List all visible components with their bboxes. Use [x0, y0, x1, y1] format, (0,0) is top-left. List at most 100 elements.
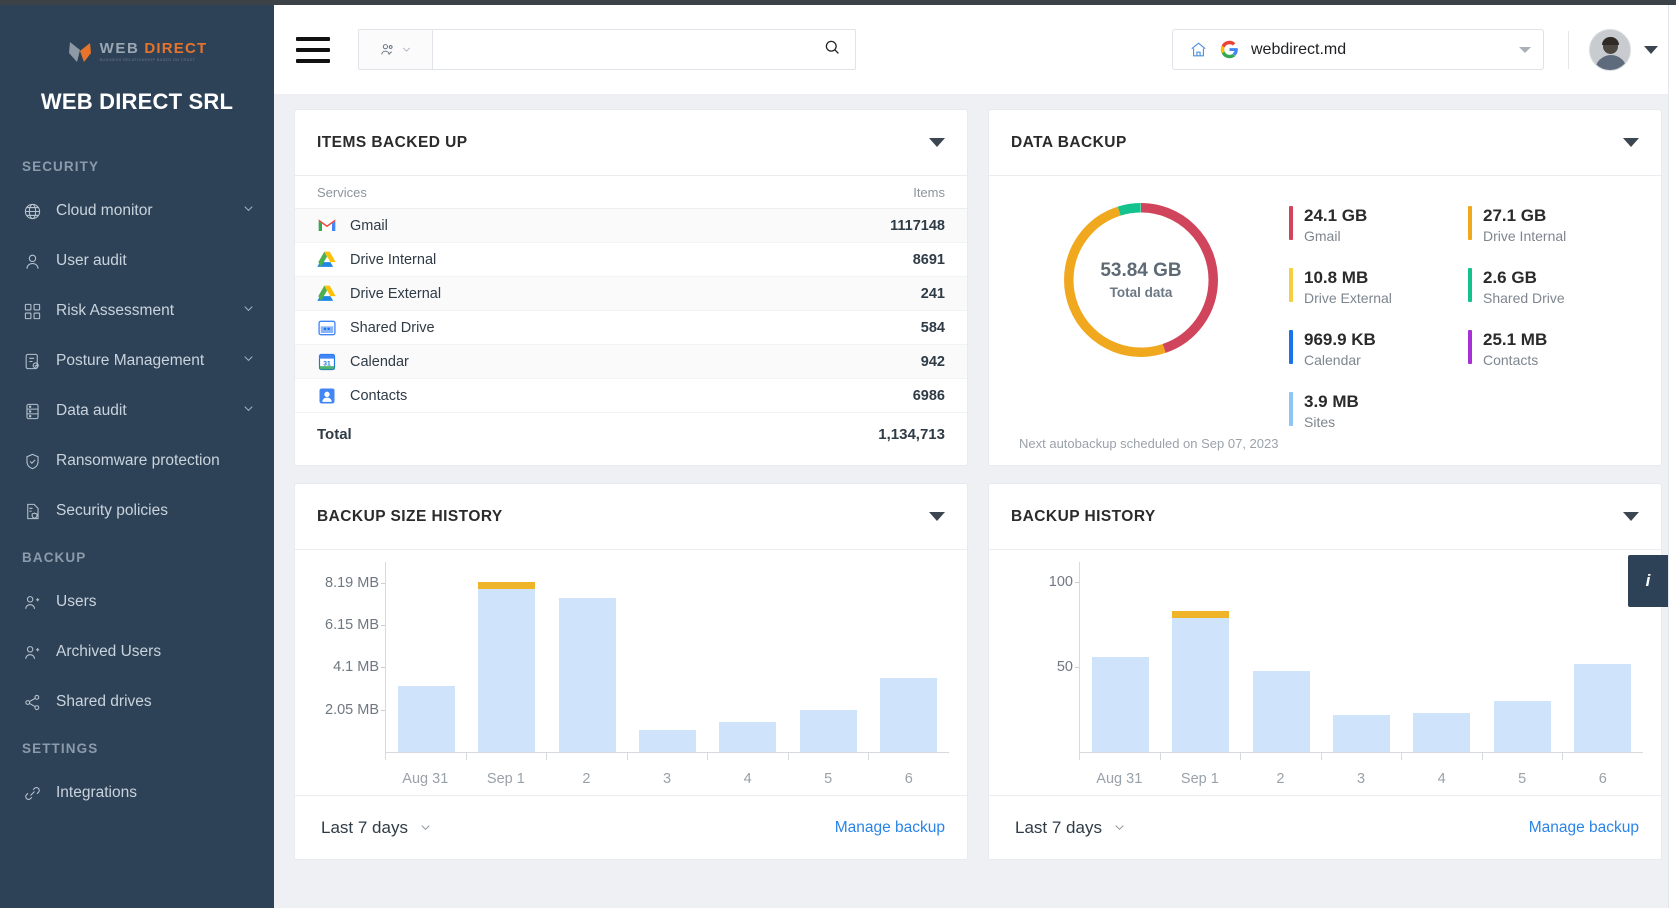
- sidebar-item-integrations[interactable]: Integrations: [0, 768, 274, 818]
- bar-slot[interactable]: [788, 562, 868, 752]
- service-name: Calendar: [350, 354, 409, 370]
- sidebar-item-user-audit[interactable]: User audit: [0, 236, 274, 286]
- x-axis-tick: Aug 31: [1079, 753, 1160, 787]
- bar-slot[interactable]: [466, 562, 546, 752]
- search-input[interactable]: [447, 42, 823, 58]
- sidebar-item-cloud-monitor[interactable]: Cloud monitor: [0, 186, 274, 236]
- table-row[interactable]: 31 Calendar 942: [295, 345, 967, 379]
- date-range-label: Last 7 days: [321, 818, 408, 838]
- bar[interactable]: [1253, 671, 1310, 752]
- info-icon[interactable]: i: [1628, 555, 1668, 607]
- sidebar-item-shared-drives[interactable]: Shared drives: [0, 677, 274, 727]
- manage-backup-link[interactable]: Manage backup: [1529, 819, 1639, 837]
- chevron-down-icon[interactable]: [241, 351, 256, 371]
- bar-slot[interactable]: [386, 562, 466, 752]
- grid-icon: [22, 301, 42, 321]
- bar[interactable]: [1574, 664, 1631, 752]
- sidebar-item-security-policies[interactable]: Security policies: [0, 486, 274, 536]
- logo-mark-icon: [67, 39, 93, 65]
- bar-slot[interactable]: [1080, 562, 1160, 752]
- y-axis-tick: 2.05 MB: [325, 702, 379, 718]
- bar[interactable]: [1413, 713, 1470, 752]
- hamburger-icon[interactable]: [296, 37, 330, 63]
- sidebar-item-posture-management[interactable]: Posture Management: [0, 336, 274, 386]
- service-item-count: 1117148: [700, 209, 967, 243]
- bar[interactable]: [880, 678, 937, 752]
- bar-slot[interactable]: [1160, 562, 1240, 752]
- bar-slot[interactable]: [708, 562, 788, 752]
- bar-cap: [478, 582, 535, 589]
- x-axis-tick: 5: [1482, 753, 1563, 787]
- account-menu[interactable]: [1589, 29, 1658, 71]
- total-label: Total: [295, 413, 700, 457]
- collapse-caret-icon[interactable]: [929, 512, 945, 521]
- manage-backup-link[interactable]: Manage backup: [835, 819, 945, 837]
- sidebar-item-archived-users[interactable]: Archived Users: [0, 627, 274, 677]
- bar-slot[interactable]: [547, 562, 627, 752]
- collapse-caret-icon[interactable]: [1623, 512, 1639, 521]
- bar[interactable]: [478, 582, 535, 752]
- bar-slot[interactable]: [869, 562, 949, 752]
- table-row[interactable]: Gmail 1117148: [295, 209, 967, 243]
- table-row[interactable]: Drive External 241: [295, 277, 967, 311]
- column-header-items: Items: [700, 176, 967, 209]
- bar[interactable]: [639, 730, 696, 752]
- bar[interactable]: [1092, 657, 1149, 752]
- bar-slot[interactable]: [627, 562, 707, 752]
- bar[interactable]: [1494, 701, 1551, 752]
- sidebar-item-data-audit[interactable]: Data audit: [0, 386, 274, 436]
- legend-value: 2.6 GB: [1483, 268, 1537, 287]
- chevron-down-icon[interactable]: [1519, 47, 1531, 53]
- chevron-down-icon[interactable]: [241, 201, 256, 221]
- search-scope-selector[interactable]: [359, 30, 433, 69]
- bar[interactable]: [559, 598, 616, 752]
- google-icon: [1220, 40, 1239, 59]
- x-axis-tick: 5: [788, 753, 869, 787]
- bar-series: [386, 562, 949, 752]
- date-range-selector[interactable]: Last 7 days: [1015, 818, 1127, 838]
- sidebar-item-ransomware-protection[interactable]: Ransomware protection: [0, 436, 274, 486]
- sidebar-item-users[interactable]: Users: [0, 577, 274, 627]
- shield-check-icon: [22, 451, 42, 471]
- bar[interactable]: [398, 686, 455, 752]
- y-axis-tick: 100: [1049, 574, 1073, 590]
- avatar[interactable]: [1589, 29, 1631, 71]
- domain-selector[interactable]: webdirect.md: [1172, 29, 1544, 70]
- card-header: BACKUP SIZE HISTORY: [295, 484, 967, 550]
- right-scroll-rail[interactable]: [1668, 0, 1676, 908]
- x-axis-tick: Aug 31: [385, 753, 466, 787]
- sidebar-section-settings: SETTINGS: [0, 727, 274, 768]
- plot-area: [1079, 562, 1643, 752]
- service-item-count: 942: [700, 345, 967, 379]
- date-range-selector[interactable]: Last 7 days: [321, 818, 433, 838]
- table-row[interactable]: Shared Drive 584: [295, 311, 967, 345]
- chevron-down-icon: [418, 820, 433, 835]
- bar-slot[interactable]: [1241, 562, 1321, 752]
- service-name: Contacts: [350, 388, 407, 404]
- shared-drive-icon: [317, 318, 337, 338]
- search-icon[interactable]: [823, 38, 841, 61]
- chevron-down-icon[interactable]: [241, 401, 256, 421]
- brand-logo[interactable]: WEB DIRECT BUSINESS RELATIONSHIP BASED O…: [0, 5, 274, 73]
- bar[interactable]: [719, 722, 776, 752]
- card-title: ITEMS BACKED UP: [317, 134, 468, 152]
- x-axis-tick: 6: [868, 753, 949, 787]
- bar-slot[interactable]: [1482, 562, 1562, 752]
- chevron-down-icon[interactable]: [1644, 46, 1658, 54]
- collapse-caret-icon[interactable]: [929, 138, 945, 147]
- bar-slot[interactable]: [1321, 562, 1401, 752]
- bar[interactable]: [800, 710, 857, 752]
- sidebar-item-risk-assessment[interactable]: Risk Assessment: [0, 286, 274, 336]
- topbar-divider: [1568, 31, 1569, 69]
- bar[interactable]: [1333, 715, 1390, 752]
- chevron-down-icon[interactable]: [241, 301, 256, 321]
- bar[interactable]: [1172, 611, 1229, 752]
- x-axis-tick: 3: [1321, 753, 1402, 787]
- service-item-count: 8691: [700, 243, 967, 277]
- table-row[interactable]: Drive Internal 8691: [295, 243, 967, 277]
- bar-slot[interactable]: [1402, 562, 1482, 752]
- document-shield-icon: [22, 501, 42, 521]
- collapse-caret-icon[interactable]: [1623, 138, 1639, 147]
- bar-series: [1080, 562, 1643, 752]
- table-row[interactable]: Contacts 6986: [295, 379, 967, 413]
